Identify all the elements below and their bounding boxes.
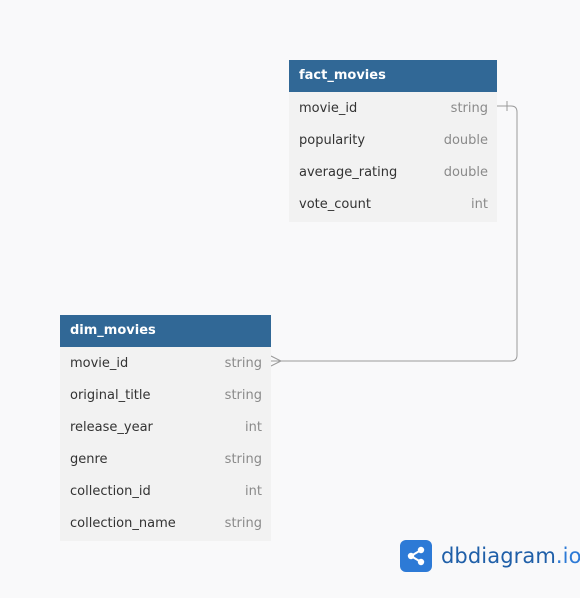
field-row[interactable]: original_title string	[60, 379, 271, 411]
field-type: string	[450, 100, 488, 116]
field-name: release_year	[70, 419, 153, 435]
field-row[interactable]: average_rating double	[289, 156, 497, 188]
table-fields: movie_id string original_title string re…	[60, 347, 271, 541]
field-type: string	[224, 355, 262, 371]
field-type: int	[245, 483, 262, 499]
field-name: vote_count	[299, 196, 371, 212]
field-row[interactable]: movie_id string	[289, 92, 497, 124]
field-name: collection_name	[70, 515, 176, 531]
field-row[interactable]: collection_id int	[60, 475, 271, 507]
field-name: movie_id	[299, 100, 358, 116]
field-row[interactable]: vote_count int	[289, 188, 497, 220]
brand-tld: .io	[555, 544, 580, 568]
share-nodes-icon	[400, 540, 432, 572]
field-row[interactable]: release_year int	[60, 411, 271, 443]
table-fields: movie_id string popularity double averag…	[289, 92, 497, 222]
field-type: double	[443, 164, 488, 180]
field-name: popularity	[299, 132, 366, 148]
table-header[interactable]: fact_movies	[289, 60, 497, 92]
field-type: string	[224, 387, 262, 403]
field-type: string	[224, 451, 262, 467]
field-name: collection_id	[70, 483, 151, 499]
brand-logo[interactable]: dbdiagram.io	[400, 539, 580, 573]
field-row[interactable]: genre string	[60, 443, 271, 475]
field-row[interactable]: collection_name string	[60, 507, 271, 539]
field-type: int	[245, 419, 262, 435]
field-name: original_title	[70, 387, 151, 403]
table-fact-movies[interactable]: fact_movies movie_id string popularity d…	[289, 60, 497, 222]
field-type: int	[471, 196, 488, 212]
field-type: string	[224, 515, 262, 531]
brand-wordmark: dbdiagram.io	[441, 544, 580, 568]
field-type: double	[443, 132, 488, 148]
brand-name: dbdiagram	[441, 544, 556, 568]
table-header[interactable]: dim_movies	[60, 315, 271, 347]
field-name: movie_id	[70, 355, 129, 371]
field-name: average_rating	[299, 164, 398, 180]
table-dim-movies[interactable]: dim_movies movie_id string original_titl…	[60, 315, 271, 541]
field-row[interactable]: popularity double	[289, 124, 497, 156]
field-name: genre	[70, 451, 108, 467]
field-row[interactable]: movie_id string	[60, 347, 271, 379]
many-cardinality-marker	[270, 355, 283, 367]
